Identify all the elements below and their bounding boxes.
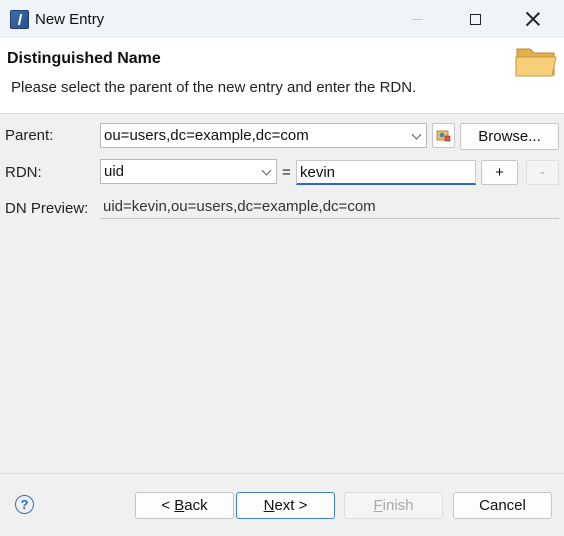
rdn-label: RDN: bbox=[5, 164, 42, 181]
parent-value: ou=users,dc=example,dc=com bbox=[104, 127, 309, 144]
help-icon[interactable]: ? bbox=[15, 495, 34, 514]
maximize-icon bbox=[469, 13, 481, 25]
page-title: Distinguished Name bbox=[7, 50, 161, 67]
back-button[interactable]: < Back bbox=[135, 492, 234, 519]
finish-button[interactable]: Finish bbox=[344, 492, 443, 519]
rdn-attribute-value: uid bbox=[104, 163, 125, 180]
back-rest: ack bbox=[184, 497, 208, 514]
parent-combo[interactable]: ou=users,dc=example,dc=com bbox=[100, 123, 427, 148]
rdn-value: kevin bbox=[300, 163, 336, 181]
cancel-button[interactable]: Cancel bbox=[453, 492, 552, 519]
close-button[interactable] bbox=[504, 0, 562, 38]
minimize-button[interactable] bbox=[388, 0, 446, 38]
rdn-value-input[interactable]: kevin bbox=[296, 160, 476, 185]
chevron-down-icon bbox=[411, 129, 422, 140]
close-icon bbox=[526, 12, 540, 26]
add-rdn-button[interactable]: + bbox=[481, 160, 518, 185]
window-title: New Entry bbox=[35, 11, 105, 28]
next-rest: ext > bbox=[274, 497, 308, 514]
next-button[interactable]: Next > bbox=[236, 492, 335, 519]
finish-mnemonic: F bbox=[373, 497, 383, 514]
maximize-button[interactable] bbox=[446, 0, 504, 38]
title-bar: New Entry bbox=[0, 0, 564, 38]
remove-rdn-button[interactable]: - bbox=[526, 160, 559, 185]
eclipse-app-icon bbox=[10, 10, 29, 29]
back-prefix: < bbox=[161, 497, 175, 514]
directory-picker-icon bbox=[436, 130, 451, 142]
minimize-icon bbox=[411, 18, 423, 20]
dn-preview-value: uid=kevin,ou=users,dc=example,dc=com bbox=[100, 196, 559, 219]
browse-button[interactable]: Browse... bbox=[460, 123, 559, 150]
wizard-header: Distinguished Name Please select the par… bbox=[0, 38, 564, 114]
parent-picker-button[interactable] bbox=[432, 123, 455, 148]
dn-preview-label: DN Preview: bbox=[5, 200, 89, 217]
folder-icon bbox=[515, 48, 557, 77]
page-description: Please select the parent of the new entr… bbox=[11, 79, 417, 96]
parent-label: Parent: bbox=[5, 127, 54, 144]
footer-divider bbox=[0, 473, 564, 474]
chevron-down-icon bbox=[261, 165, 272, 176]
equals-sign: = bbox=[282, 164, 291, 181]
back-mnemonic: B bbox=[174, 497, 185, 514]
rdn-attribute-combo[interactable]: uid bbox=[100, 159, 277, 184]
next-mnemonic: N bbox=[263, 497, 275, 514]
finish-rest: inish bbox=[382, 497, 414, 514]
